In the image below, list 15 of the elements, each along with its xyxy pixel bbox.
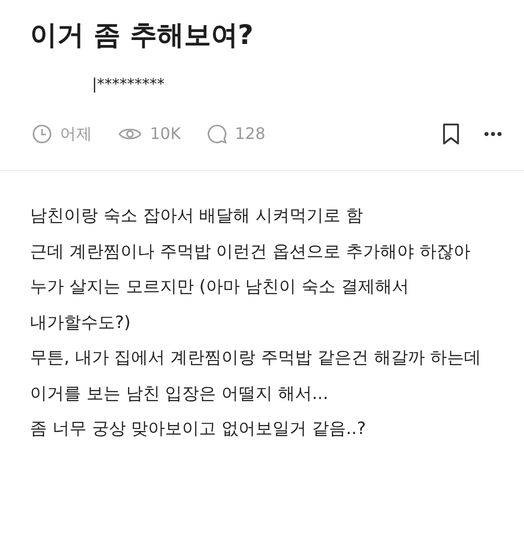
body-paragraph: 누가 살지는 모르지만 (아마 남친이 숙소 결제해서 내가할수도?): [30, 276, 410, 335]
post-title: 이거 좀 추해보여?: [29, 19, 254, 53]
body-paragraph: 좀 너무 궁상 맞아보이고 없어보일거 같음..?: [30, 418, 367, 442]
body-paragraph: 근데 계란찜이나 주먹밥 이런건 옵션으로 추가해야 하잖아: [30, 240, 472, 264]
views-text: 10K: [150, 123, 181, 146]
clock-icon: [32, 124, 52, 144]
bookmark-button[interactable]: [442, 123, 460, 146]
body-paragraph: 남친이랑 숙소 잡아서 배달해 시켜먹기로 함: [30, 205, 364, 228]
speech-bubble-icon: [206, 124, 227, 144]
body-paragraph: 무튼, 내가 집에서 계란찜이랑 주먹밥 같은건 해갈까 하는데: [30, 347, 482, 370]
body-paragraph: 이거를 보는 남친 입장은 어떨지 해서...: [30, 382, 330, 406]
comments-text: 128: [234, 123, 266, 146]
author-name: |*********: [91, 74, 166, 92]
more-button[interactable]: [484, 131, 502, 138]
time-text: 어제: [60, 123, 92, 146]
